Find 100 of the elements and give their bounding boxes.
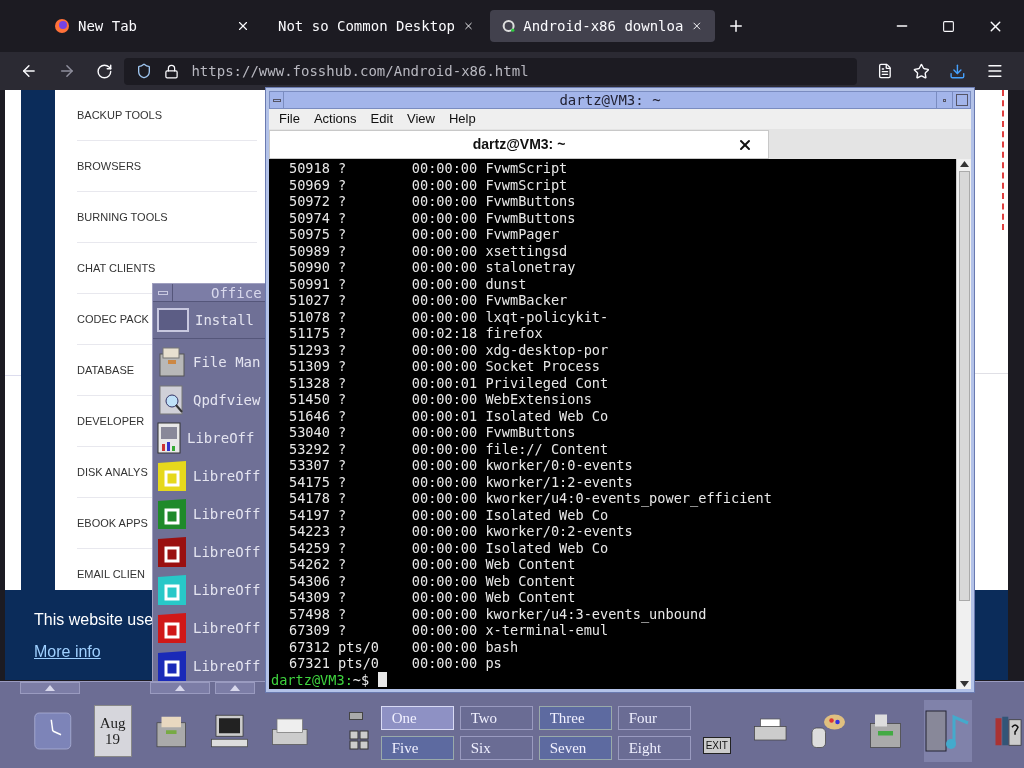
shield-icon [136,63,153,79]
workspace-button[interactable]: Eight [617,736,691,760]
up-arrow-icon[interactable] [45,685,55,691]
output-line: 50974 ? 00:00:00 FvwmButtons [289,209,577,226]
menu-item[interactable]: LibreOff [153,609,266,647]
menu-item[interactable]: File Man [153,343,266,381]
download-icon[interactable] [949,62,967,80]
menu-item[interactable]: LibreOff [153,647,266,685]
menu-item[interactable]: LibreOff [153,571,266,609]
menu-item[interactable]: LibreOff [153,495,266,533]
tab-title: Android-x86 downloa [523,16,684,36]
prompt-user: dartz@VM3: [271,671,353,688]
terminal-tab[interactable]: dartz@VM3: ~ [269,130,769,159]
output-line: 54175 ? 00:00:00 kworker/1:2-events [289,473,634,490]
bookmark-star-icon[interactable] [912,62,930,80]
category-link[interactable]: CHAT CLIENTS [77,259,156,277]
output-line: 51328 ? 00:00:01 Privileged Cont [289,374,610,391]
menu-item[interactable]: File [279,109,300,129]
calendar-day: 19 [105,731,121,747]
tab-title: Not so Common Desktop [278,16,455,36]
category-link[interactable]: BURNING TOOLS [77,208,168,226]
output-line: 50989 ? 00:00:00 xsettingsd [289,242,569,259]
maximize-button[interactable] [952,92,970,108]
menu-item[interactable]: LibreOff [153,457,266,495]
scroll-up-icon[interactable] [959,161,969,167]
menu-icon[interactable] [986,62,1004,80]
output-line: 50969 ? 00:00:00 FvwmScript [289,176,569,193]
output-line: 57498 ? 00:00:00 kworker/u4:3-events_unbound [289,605,708,622]
category-link[interactable]: DATABASE [77,361,135,379]
address-bar[interactable]: https://www.fosshub.com/Android-x86.html [124,57,857,85]
menu-item[interactable]: Help [448,109,476,129]
document-icon [157,574,187,606]
workspace-button[interactable]: Seven [538,736,612,760]
window-menu-button[interactable] [270,92,284,108]
category-link[interactable]: BROWSERS [77,157,142,175]
output-line: 51027 ? 00:00:00 FvwmBacker [289,292,569,309]
workspace-button[interactable]: Two [459,706,533,730]
exit-button[interactable]: EXIT [702,736,731,754]
menu-item[interactable]: Qpdfview [153,381,266,419]
scrollbar[interactable] [956,159,971,689]
output-line: 50990 ? 00:00:00 stalonetray [289,259,577,276]
output-line: 51175 ? 00:02:18 firefox [289,325,544,342]
browser-logo-icon [54,18,70,34]
document-icon [157,650,187,682]
menu-item[interactable]: Actions [313,109,357,129]
output-line: 51646 ? 00:00:01 Isolated Web Co [289,407,610,424]
workspace-button[interactable]: Four [617,706,691,730]
output-line: 50918 ? 00:00:00 FvwmScript [289,160,569,177]
output-line: 67312 pts/0 00:00:00 bash [289,638,520,655]
output-line: 50972 ? 00:00:00 FvwmButtons [289,193,577,210]
output-line: 53292 ? 00:00:00 file:// Content [289,440,610,457]
back-icon[interactable] [20,62,38,80]
workspace-button[interactable]: Six [459,736,533,760]
menu-item[interactable]: LibreOff [153,419,266,457]
reload-icon[interactable] [95,62,113,80]
output-line: 50975 ? 00:00:00 FvwmPager [289,226,561,243]
browser-tab[interactable]: Android-x86 downloa [490,10,715,42]
spreadsheet-chart-icon [157,422,181,454]
grid-icon[interactable] [348,730,369,750]
calendar[interactable]: Aug 19 [93,705,132,757]
menu-item[interactable]: Edit [370,109,393,129]
category-link[interactable]: BACKUP TOOLS [77,106,162,124]
category-link[interactable]: DEVELOPER [77,412,145,430]
close-icon[interactable] [691,19,703,33]
browser-tab[interactable]: New Tab [42,10,262,42]
document-icon [157,460,187,492]
menu-item[interactable]: LibreOff [153,533,266,571]
output-line: 67309 ? 00:00:00 x-terminal-emul [289,622,609,639]
close-icon[interactable] [236,19,250,33]
output-line: 54306 ? 00:00:00 Web Content [289,572,577,589]
maximize-icon[interactable] [942,19,955,33]
cookie-text: This website use [34,610,154,630]
tab-title: New Tab [78,16,138,36]
scrollbar-thumb[interactable] [958,171,970,601]
output-line: 50991 ? 00:00:00 dunst [289,275,528,292]
reader-view-icon[interactable] [876,63,893,79]
output-line: 54223 ? 00:00:00 kworker/0:2-events [289,523,634,540]
up-arrow-icon[interactable] [175,685,185,691]
prompt-path: ~$ [352,671,370,688]
category-link[interactable]: DISK ANALYS [77,463,148,481]
new-tab-icon[interactable] [727,17,745,35]
output-line: 51078 ? 00:00:00 lxqt-policykit- [289,308,610,325]
workspace-button[interactable]: Three [538,706,612,730]
output-line: 53040 ? 00:00:00 FvwmButtons [289,424,577,441]
browser-tab[interactable]: Not so Common Desktop [266,10,486,42]
more-info-link[interactable]: More info [34,640,101,664]
menu-item[interactable]: View [407,109,435,129]
output-line: 67321 pts/0 00:00:00 ps [289,655,503,672]
workspace-button[interactable]: Five [380,736,454,760]
up-arrow-icon[interactable] [230,685,240,691]
document-icon [157,536,187,568]
category-link[interactable]: CODEC PACK [77,310,149,328]
document-icon [157,612,187,644]
window-icon [157,308,189,332]
category-link[interactable]: EBOOK APPS [77,514,148,532]
output-line: 53307 ? 00:00:00 kworker/0:0-events [289,457,634,474]
output-line: 54309 ? 00:00:00 Web Content [289,589,577,606]
output-line: 54178 ? 00:00:00 kworker/u4:0-events_power_efficient [289,490,773,507]
document-icon [157,498,187,530]
category-link[interactable]: EMAIL CLIEN [77,565,146,583]
